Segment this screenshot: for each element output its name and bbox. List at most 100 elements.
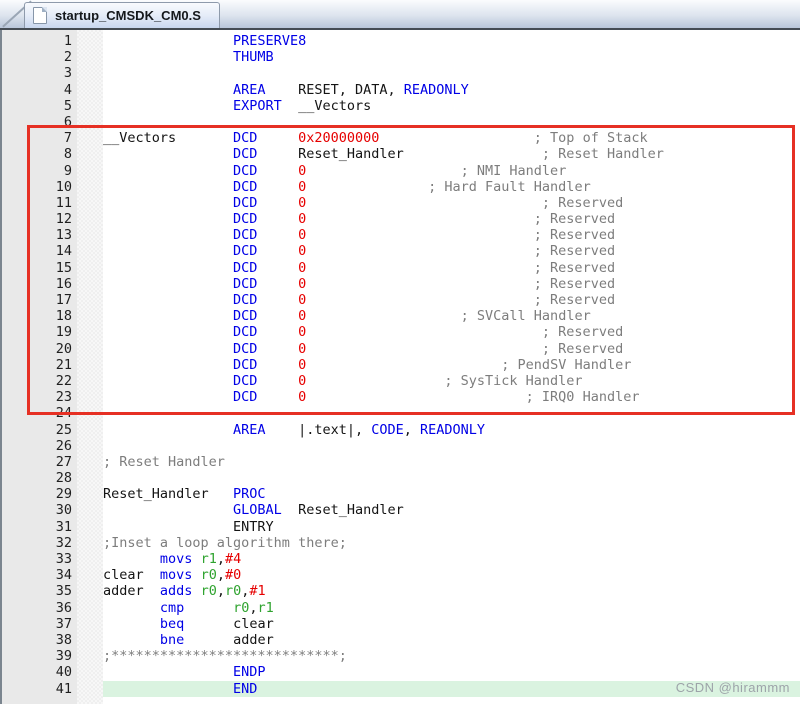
tab-bar: startup_CMSDK_CM0.S — [0, 0, 800, 30]
code-text[interactable]: ENTRY — [103, 519, 800, 535]
code-line: 28 — [0, 470, 800, 486]
code-line: 3 — [0, 65, 800, 81]
line-number: 35 — [0, 583, 77, 599]
margin-gap — [77, 33, 103, 49]
code-text[interactable]: __Vectors DCD 0x20000000 ; Top of Stack — [103, 130, 800, 146]
code-text[interactable]: DCD 0 ; NMI Handler — [103, 163, 800, 179]
line-number: 22 — [0, 373, 77, 389]
document-icon — [33, 7, 47, 24]
code-text[interactable]: DCD 0 ; PendSV Handler — [103, 357, 800, 373]
line-number: 12 — [0, 211, 77, 227]
line-number: 28 — [0, 470, 77, 486]
line-number: 8 — [0, 146, 77, 162]
code-text[interactable] — [103, 438, 800, 454]
line-number: 32 — [0, 535, 77, 551]
line-number: 16 — [0, 276, 77, 292]
code-text[interactable] — [103, 114, 800, 130]
margin-gap — [77, 227, 103, 243]
code-text[interactable]: DCD 0 ; Reserved — [103, 195, 800, 211]
margin-gap — [77, 535, 103, 551]
code-text[interactable]: DCD 0 ; Hard Fault Handler — [103, 179, 800, 195]
code-text[interactable]: DCD 0 ; Reserved — [103, 260, 800, 276]
tab-title: startup_CMSDK_CM0.S — [55, 8, 201, 23]
code-text[interactable]: adder adds r0,r0,#1 — [103, 583, 800, 599]
line-number: 25 — [0, 422, 77, 438]
code-line: 5 EXPORT __Vectors — [0, 98, 800, 114]
code-text[interactable]: DCD 0 ; SVCall Handler — [103, 308, 800, 324]
margin-gap — [77, 519, 103, 535]
margin-gap — [77, 260, 103, 276]
code-text[interactable]: THUMB — [103, 49, 800, 65]
line-number: 3 — [0, 65, 77, 81]
code-line: 6 — [0, 114, 800, 130]
code-text[interactable]: movs r1,#4 — [103, 551, 800, 567]
code-text[interactable]: Reset_Handler PROC — [103, 486, 800, 502]
code-line: 27 ; Reset Handler — [0, 454, 800, 470]
line-number: 9 — [0, 163, 77, 179]
code-text[interactable]: GLOBAL Reset_Handler — [103, 502, 800, 518]
line-number: 38 — [0, 632, 77, 648]
margin-gap — [77, 65, 103, 81]
code-line: 10 DCD 0 ; Hard Fault Handler — [0, 179, 800, 195]
margin-gap — [77, 422, 103, 438]
line-number: 18 — [0, 308, 77, 324]
code-text[interactable]: ; Reset Handler — [103, 454, 800, 470]
code-text[interactable] — [103, 470, 800, 486]
code-text[interactable]: ENDP — [103, 664, 800, 680]
code-line: 31 ENTRY — [0, 519, 800, 535]
code-text[interactable]: ;Inset a loop algorithm there; — [103, 535, 800, 551]
code-text[interactable]: clear movs r0,#0 — [103, 567, 800, 583]
margin-gap — [77, 389, 103, 405]
code-line: 26 — [0, 438, 800, 454]
code-text[interactable]: ;****************************; — [103, 648, 800, 664]
code-text[interactable]: DCD 0 ; Reserved — [103, 211, 800, 227]
code-text[interactable]: DCD 0 ; Reserved — [103, 324, 800, 340]
margin-gap — [77, 551, 103, 567]
code-text[interactable]: AREA RESET, DATA, READONLY — [103, 82, 800, 98]
code-line: 8 DCD Reset_Handler ; Reset Handler — [0, 146, 800, 162]
code-line: 20 DCD 0 ; Reserved — [0, 341, 800, 357]
margin-gap — [77, 341, 103, 357]
code-text[interactable]: DCD Reset_Handler ; Reset Handler — [103, 146, 800, 162]
tab-startup-file[interactable]: startup_CMSDK_CM0.S — [24, 2, 220, 28]
code-text[interactable] — [103, 405, 800, 421]
code-text[interactable]: DCD 0 ; Reserved — [103, 276, 800, 292]
code-line: 14 DCD 0 ; Reserved — [0, 243, 800, 259]
code-line: 1 PRESERVE8 — [0, 33, 800, 49]
code-text[interactable]: DCD 0 ; Reserved — [103, 243, 800, 259]
code-text[interactable]: EXPORT __Vectors — [103, 98, 800, 114]
margin-gap — [77, 454, 103, 470]
margin-gap — [77, 600, 103, 616]
line-number: 13 — [0, 227, 77, 243]
code-lines-container: 1 PRESERVE82 THUMB34 AREA RESET, DATA, R… — [0, 33, 800, 697]
code-line: 37 beq clear — [0, 616, 800, 632]
code-text[interactable]: DCD 0 ; Reserved — [103, 227, 800, 243]
code-text[interactable]: DCD 0 ; SysTick Handler — [103, 373, 800, 389]
line-number: 30 — [0, 502, 77, 518]
line-number: 27 — [0, 454, 77, 470]
code-text[interactable] — [103, 65, 800, 81]
line-number: 20 — [0, 341, 77, 357]
line-number: 23 — [0, 389, 77, 405]
code-line: 24 — [0, 405, 800, 421]
margin-gap — [77, 98, 103, 114]
code-text[interactable]: beq clear — [103, 616, 800, 632]
code-line: 40 ENDP — [0, 664, 800, 680]
code-text[interactable]: DCD 0 ; IRQ0 Handler — [103, 389, 800, 405]
line-number: 4 — [0, 82, 77, 98]
margin-gap — [77, 357, 103, 373]
margin-gap — [77, 308, 103, 324]
code-text[interactable]: cmp r0,r1 — [103, 600, 800, 616]
code-text[interactable]: PRESERVE8 — [103, 33, 800, 49]
code-text[interactable]: AREA |.text|, CODE, READONLY — [103, 422, 800, 438]
code-text[interactable]: bne adder — [103, 632, 800, 648]
margin-gap — [77, 82, 103, 98]
line-number: 6 — [0, 114, 77, 130]
code-text[interactable]: DCD 0 ; Reserved — [103, 341, 800, 357]
margin-gap — [77, 243, 103, 259]
line-number: 17 — [0, 292, 77, 308]
margin-gap — [77, 179, 103, 195]
code-text[interactable]: DCD 0 ; Reserved — [103, 292, 800, 308]
code-line: 17 DCD 0 ; Reserved — [0, 292, 800, 308]
code-line: 9 DCD 0 ; NMI Handler — [0, 163, 800, 179]
